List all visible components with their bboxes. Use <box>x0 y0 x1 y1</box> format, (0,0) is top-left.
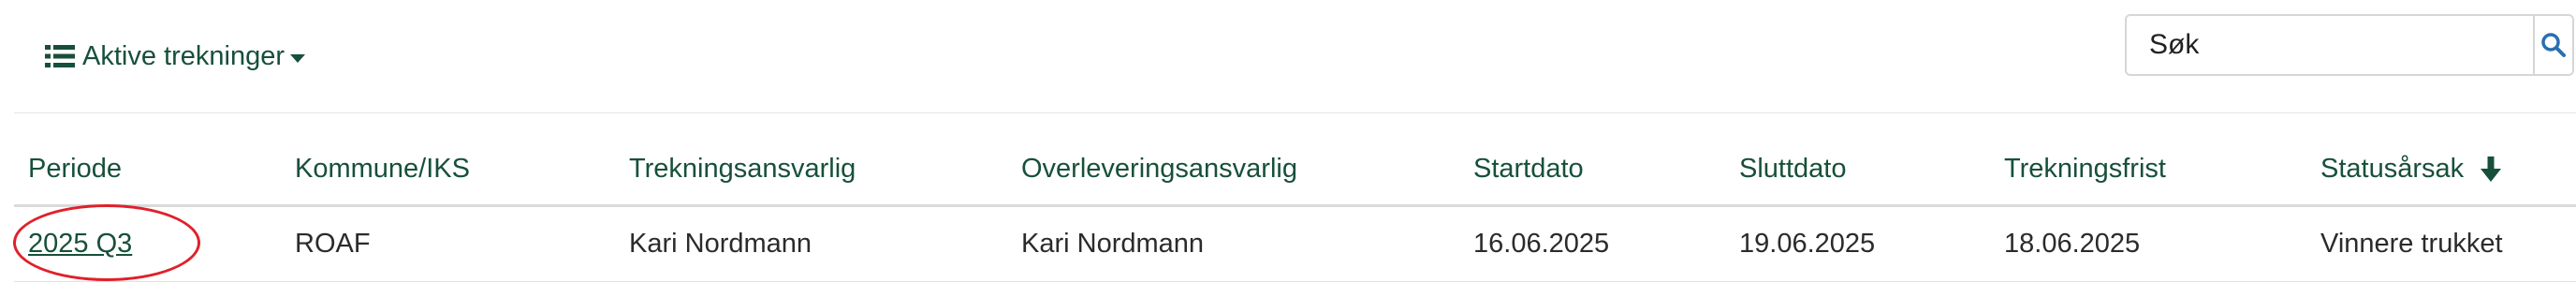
caret-down-icon <box>290 53 305 63</box>
column-header-sluttdato[interactable]: Sluttdato <box>1725 133 1990 207</box>
cell-trekningsansvarlig: Kari Nordmann <box>615 205 1007 282</box>
column-header-kommune[interactable]: Kommune/IKS <box>281 133 615 207</box>
toolbar-divider <box>14 112 2576 113</box>
table-header-row: Periode Kommune/IKS Trekningsansvarlig O… <box>14 133 2576 207</box>
search-icon <box>2541 33 2566 57</box>
cell-periode: 2025 Q3 <box>14 205 281 282</box>
drawings-table: Periode Kommune/IKS Trekningsansvarlig O… <box>14 133 2576 282</box>
column-header-periode[interactable]: Periode <box>14 133 281 207</box>
column-header-trekningsansvarlig[interactable]: Trekningsansvarlig <box>615 133 1007 207</box>
table-row: 2025 Q3 ROAF Kari Nordmann Kari Nordmann… <box>14 205 2576 282</box>
cell-overleveringsansvarlig: Kari Nordmann <box>1007 205 1459 282</box>
arrow-down-icon <box>2481 156 2502 182</box>
search-input[interactable] <box>2127 16 2533 74</box>
view-selector-label: Aktive trekninger <box>82 40 285 71</box>
search-box <box>2125 14 2574 76</box>
periode-link[interactable]: 2025 Q3 <box>28 229 132 259</box>
cell-trekningsfrist: 18.06.2025 <box>1990 205 2306 282</box>
column-header-trekningsfrist[interactable]: Trekningsfrist <box>1990 133 2306 207</box>
cell-kommune: ROAF <box>281 205 615 282</box>
cell-statusarsak: Vinnere trukket <box>2306 205 2576 282</box>
column-header-startdato[interactable]: Startdato <box>1459 133 1725 207</box>
column-header-overleveringsansvarlig[interactable]: Overleveringsansvarlig <box>1007 133 1459 207</box>
search-button[interactable] <box>2533 16 2572 74</box>
list-icon <box>45 45 75 67</box>
view-selector-dropdown[interactable]: Aktive trekninger <box>45 36 305 77</box>
toolbar: Aktive trekninger <box>0 0 2576 112</box>
cell-startdato: 16.06.2025 <box>1459 205 1725 282</box>
column-header-statusarsak[interactable]: Statusårsak <box>2306 133 2576 207</box>
column-header-statusarsak-label: Statusårsak <box>2320 153 2465 184</box>
cell-sluttdato: 19.06.2025 <box>1725 205 1990 282</box>
